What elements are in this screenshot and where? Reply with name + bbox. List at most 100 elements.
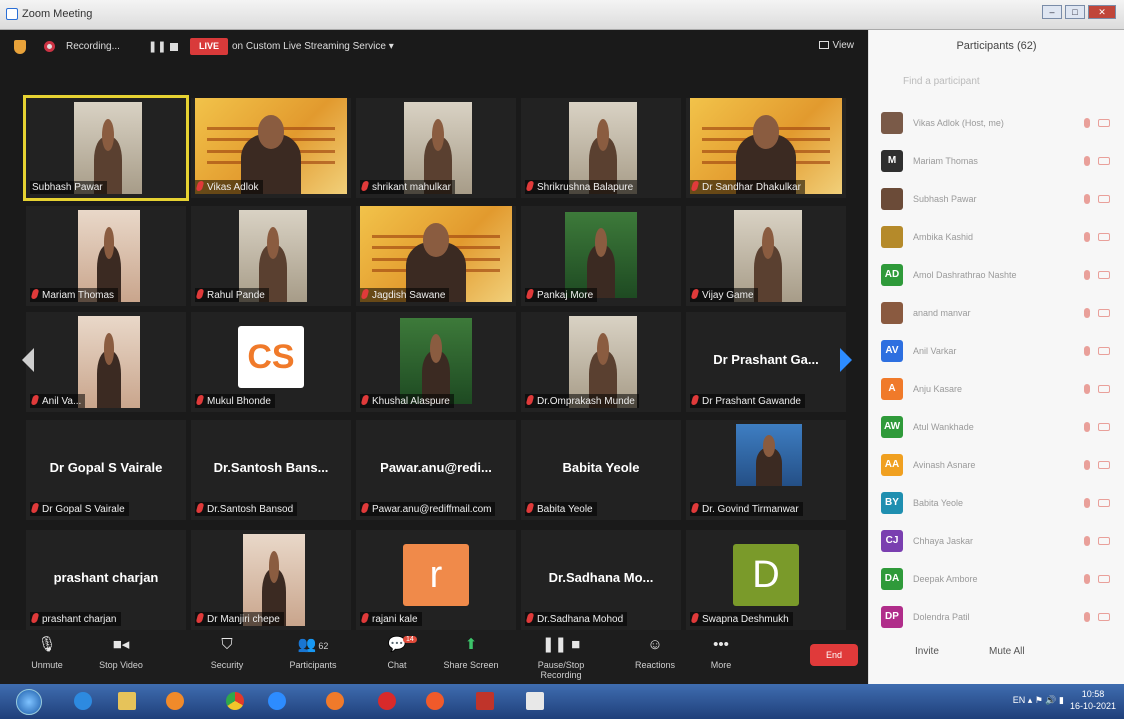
more-button[interactable]: ••• More xyxy=(686,636,756,670)
video-tile[interactable]: Pawar.anu@redi... Pawar.anu@rediffmail.co… xyxy=(356,420,516,520)
participant-search-input[interactable]: Find a participant xyxy=(883,76,1110,96)
video-tile[interactable]: Pankaj More xyxy=(521,206,681,306)
maximize-button[interactable]: □ xyxy=(1065,5,1085,19)
video-tile[interactable]: Dr.Santosh Bans... Dr.Santosh Bansod xyxy=(191,420,351,520)
participant-row[interactable]: M Mariam Thomas xyxy=(881,148,1114,176)
video-off-icon xyxy=(1098,575,1110,583)
participant-row[interactable]: DP Dolendra Patil xyxy=(881,604,1114,632)
video-tile[interactable]: Jagdish Sawane xyxy=(356,206,516,306)
zoom-taskbar-icon[interactable] xyxy=(262,688,292,715)
video-tile[interactable]: Rahul Pande xyxy=(191,206,351,306)
participant-name: Dr.Santosh Bansod xyxy=(207,504,294,515)
video-tile[interactable]: Dr Manjiri chepe xyxy=(191,530,351,630)
muted-mic-icon xyxy=(30,289,40,299)
participant-name: Dr Gopal S Vairale xyxy=(42,504,125,515)
video-tile[interactable]: D Swapna Deshmukh xyxy=(686,530,846,630)
video-tile[interactable]: Dr. Govind Tirmanwar xyxy=(686,420,846,520)
participant-row[interactable]: AD Amol Dashrathrao Nashte xyxy=(881,262,1114,290)
end-meeting-button[interactable]: End xyxy=(810,644,858,666)
participant-row[interactable]: AW Atul Wankhade xyxy=(881,414,1114,442)
video-off-icon xyxy=(1098,537,1110,545)
participants-button[interactable]: 👥 62 Participants xyxy=(278,636,348,670)
previous-page-arrow-icon[interactable] xyxy=(22,348,34,372)
close-button[interactable]: ✕ xyxy=(1088,5,1116,19)
participant-row[interactable]: A Anju Kasare xyxy=(881,376,1114,404)
unmute-button[interactable]: 🎙 Unmute xyxy=(12,636,82,670)
file-explorer-icon[interactable] xyxy=(112,688,142,715)
participant-name: Pankaj More xyxy=(537,290,594,301)
participant-row[interactable]: BY Babita Yeole xyxy=(881,490,1114,518)
window-titlebar: Zoom Meeting – □ ✕ xyxy=(0,0,1124,30)
video-tile[interactable]: Mariam Thomas xyxy=(26,206,186,306)
participant-row-name: Avinash Asnare xyxy=(913,460,976,470)
app-icon[interactable] xyxy=(470,688,500,715)
participant-name: Mukul Bhonde xyxy=(207,396,271,407)
video-tile[interactable]: Vikas Adlok xyxy=(191,98,351,198)
video-tile[interactable]: Subhash Pawar xyxy=(23,95,189,201)
taskbar-clock[interactable]: 10:58 16-10-2021 xyxy=(1070,688,1116,712)
opera-icon[interactable] xyxy=(372,688,402,715)
firefox-icon[interactable] xyxy=(320,688,350,715)
video-tile[interactable]: Dr Sandhar Dhakulkar xyxy=(686,98,846,198)
system-tray[interactable]: EN ▴ ⚑ 🔊 ▮ xyxy=(1013,695,1064,706)
participant-row[interactable]: AV Anil Varkar xyxy=(881,338,1114,366)
participant-row[interactable]: DA Deepak Ambore xyxy=(881,566,1114,594)
live-stream-menu[interactable]: on Custom Live Streaming Service ▾ xyxy=(232,41,394,52)
participant-row-name: Atul Wankhade xyxy=(913,422,974,432)
next-page-arrow-icon[interactable] xyxy=(840,348,852,372)
video-tile[interactable]: Dr Prashant Ga... Dr Prashant Gawande xyxy=(686,312,846,412)
pause-recording-button[interactable]: ❚❚ xyxy=(148,40,166,53)
share-screen-button[interactable]: ⬆ Share Screen xyxy=(436,636,506,670)
participant-row[interactable]: Ambika Kashid xyxy=(881,224,1114,252)
video-tile[interactable]: Khushal Alaspure xyxy=(356,312,516,412)
video-tile[interactable]: Anil Va... xyxy=(26,312,186,412)
person-head xyxy=(103,226,115,259)
internet-explorer-icon[interactable] xyxy=(68,688,98,715)
stop-video-button[interactable]: ■◂ Stop Video xyxy=(86,636,156,670)
video-tile[interactable]: Dr Gopal S Vairale Dr Gopal S Vairale xyxy=(26,420,186,520)
video-tile[interactable]: r rajani kale xyxy=(356,530,516,630)
muted-mic-icon xyxy=(690,613,700,623)
chat-button[interactable]: 💬 14 Chat xyxy=(362,636,432,670)
ellipsis-icon: ••• xyxy=(713,636,729,653)
video-tile[interactable]: Dr.Omprakash Munde xyxy=(521,312,681,412)
share-screen-label: Share Screen xyxy=(443,660,499,670)
video-tile[interactable]: prashant charjan prashant charjan xyxy=(26,530,186,630)
video-tile[interactable]: CS Mukul Bhonde xyxy=(191,312,351,412)
video-tile[interactable]: shrikant mahulkar xyxy=(356,98,516,198)
muted-mic-icon xyxy=(195,613,205,623)
security-button[interactable]: ⛉ Security xyxy=(192,636,262,670)
invite-button[interactable]: Invite xyxy=(915,646,939,657)
pause-stop-recording-button[interactable]: ❚❚ ■ Pause/Stop Recording xyxy=(518,636,604,680)
chrome-icon[interactable] xyxy=(220,688,250,715)
participant-name-label: Shrikrushna Balapure xyxy=(525,180,638,194)
muted-mic-icon xyxy=(1084,270,1090,280)
participant-row[interactable]: Subhash Pawar xyxy=(881,186,1114,214)
participant-row[interactable]: CJ Chhaya Jaskar xyxy=(881,528,1114,556)
notepad-icon[interactable] xyxy=(520,688,550,715)
participant-name: Khushal Alaspure xyxy=(372,396,450,407)
video-tile[interactable]: Dr.Sadhana Mo... Dr.Sadhana Mohod xyxy=(521,530,681,630)
shield-icon[interactable] xyxy=(14,40,26,54)
brave-icon[interactable] xyxy=(420,688,450,715)
stop-recording-button[interactable] xyxy=(170,43,178,51)
muted-mic-icon xyxy=(195,395,205,405)
media-player-icon[interactable] xyxy=(160,688,190,715)
reactions-button[interactable]: ☺ Reactions xyxy=(620,636,690,670)
mute-all-button[interactable]: Mute All xyxy=(989,646,1025,657)
participant-name-label: Dr Sandhar Dhakulkar xyxy=(690,180,805,194)
participant-row[interactable]: anand manvar xyxy=(881,300,1114,328)
participant-row[interactable]: AA Avinash Asnare xyxy=(881,452,1114,480)
video-tile[interactable]: Vijay Game xyxy=(686,206,846,306)
video-tile[interactable]: Babita Yeole Babita Yeole xyxy=(521,420,681,520)
muted-mic-icon xyxy=(690,503,700,513)
start-button-icon[interactable] xyxy=(16,689,42,715)
minimize-button[interactable]: – xyxy=(1042,5,1062,19)
video-tile[interactable]: Shrikrushna Balapure xyxy=(521,98,681,198)
participant-display-name: Dr Prashant Ga... xyxy=(713,352,819,367)
participant-row-name: Ambika Kashid xyxy=(913,232,974,242)
muted-mic-icon xyxy=(195,289,205,299)
participant-row[interactable]: Vikas Adlok (Host, me) xyxy=(881,110,1114,138)
initial-avatar: r xyxy=(403,544,469,606)
view-button[interactable]: View xyxy=(818,40,854,51)
